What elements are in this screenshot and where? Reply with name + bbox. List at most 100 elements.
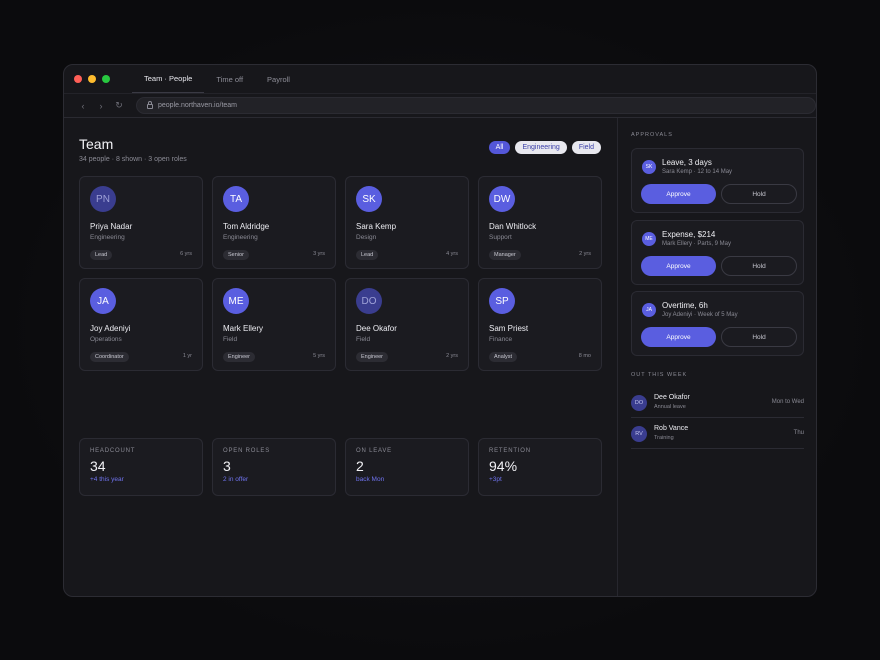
person-name: Dee Okafor: [356, 324, 397, 333]
people-grid: PN Priya Nadar Engineering Lead 6 yrs TA…: [79, 176, 602, 371]
back-icon[interactable]: ‹: [74, 101, 92, 111]
browser-window: Team · People Time off Payroll ‹ › ↻ peo…: [63, 64, 817, 597]
filter-engineering[interactable]: Engineering: [515, 141, 567, 154]
avatar: ME: [223, 288, 249, 314]
avatar: ME: [642, 232, 656, 246]
avatar: JA: [90, 288, 116, 314]
person-department: Engineering: [223, 234, 258, 241]
approve-button[interactable]: Approve: [641, 256, 716, 276]
lock-icon: [147, 101, 153, 109]
stat-open-roles: OPEN ROLES 3 2 in offer: [212, 438, 336, 496]
list-item[interactable]: RV Rob Vance Training Thu: [631, 418, 804, 449]
person-card[interactable]: DW Dan Whitlock Support Manager 2 yrs: [478, 176, 602, 269]
person-department: Support: [489, 234, 512, 241]
leave-dates: Thu: [793, 430, 804, 436]
tab-team-people[interactable]: Team · People: [132, 65, 205, 93]
out-this-week-heading: OUT THIS WEEK: [631, 372, 688, 378]
tab-time-off[interactable]: Time off: [204, 65, 255, 93]
person-name: Sara Kemp: [356, 222, 397, 231]
list-item[interactable]: DO Dee Okafor Annual leave Mon to Wed: [631, 387, 804, 418]
tenure: 1 yr: [182, 353, 192, 359]
person-card[interactable]: SK Sara Kemp Design Lead 4 yrs: [345, 176, 469, 269]
avatar: JA: [642, 303, 656, 317]
person-card[interactable]: JA Joy Adeniyi Operations Coordinator 1 …: [79, 278, 203, 371]
url-text: people.northaven.io/team: [158, 102, 237, 109]
minimize-window-button[interactable]: [88, 75, 96, 83]
approval-title: Expense, $214: [662, 230, 716, 239]
window-controls: [74, 75, 110, 83]
stat-label: HEADCOUNT: [90, 448, 136, 454]
role-badge: Lead: [356, 250, 379, 260]
tenure: 2 yrs: [579, 251, 591, 257]
filter-field[interactable]: Field: [571, 141, 601, 154]
person-name: Joy Adeniyi: [90, 324, 131, 333]
hold-button[interactable]: Hold: [721, 184, 797, 204]
stat-note: back Mon: [356, 476, 385, 483]
avatar: PN: [90, 186, 116, 212]
leave-type: Annual leave: [654, 404, 686, 410]
main-content: Team 34 people · 8 shown · 3 open roles …: [64, 118, 617, 596]
tab-payroll[interactable]: Payroll: [255, 65, 302, 93]
person-name: Mark Ellery: [223, 324, 264, 333]
role-badge: Engineer: [356, 352, 389, 362]
tenure: 2 yrs: [446, 353, 458, 359]
approval-title: Overtime, 6h: [662, 301, 708, 310]
close-window-button[interactable]: [74, 75, 82, 83]
tenure: 5 yrs: [313, 353, 325, 359]
person-department: Finance: [489, 336, 513, 343]
forward-icon[interactable]: ›: [92, 101, 110, 111]
right-sidebar: APPROVALS SK Leave, 3 days Sara Kemp · 1…: [617, 118, 816, 596]
browser-tabs: Team · People Time off Payroll: [132, 65, 302, 93]
approval-detail: Sara Kemp · 12 to 14 May: [662, 169, 733, 175]
leave-dates: Mon to Wed: [771, 399, 804, 405]
role-badge: Lead: [90, 250, 113, 260]
approval-card: JA Overtime, 6h Joy Adeniyi · Week of 5 …: [631, 291, 804, 356]
page-title: Team: [79, 136, 114, 152]
person-name: Dan Whitlock: [489, 222, 537, 231]
url-field[interactable]: people.northaven.io/team: [136, 97, 816, 114]
hold-button[interactable]: Hold: [721, 256, 797, 276]
avatar: SK: [642, 160, 656, 174]
approve-button[interactable]: Approve: [641, 327, 716, 347]
avatar: TA: [223, 186, 249, 212]
person-department: Design: [356, 234, 377, 241]
person-card[interactable]: ME Mark Ellery Field Engineer 5 yrs: [212, 278, 336, 371]
person-department: Engineering: [90, 234, 125, 241]
stat-value: 94%: [489, 458, 518, 474]
tenure: 8 mo: [578, 353, 591, 359]
approval-card: ME Expense, $214 Mark Ellery · Parts, 9 …: [631, 220, 804, 285]
filter-all[interactable]: All: [488, 141, 511, 154]
hold-button[interactable]: Hold: [721, 327, 797, 347]
maximize-window-button[interactable]: [102, 75, 110, 83]
approve-button[interactable]: Approve: [641, 184, 716, 204]
reload-icon[interactable]: ↻: [110, 100, 128, 111]
page-subtitle: 34 people · 8 shown · 3 open roles: [79, 156, 187, 163]
stat-label: RETENTION: [489, 448, 531, 454]
person-card[interactable]: DO Dee Okafor Field Engineer 2 yrs: [345, 278, 469, 371]
approval-card: SK Leave, 3 days Sara Kemp · 12 to 14 Ma…: [631, 148, 804, 213]
person-name: Sam Priest: [489, 324, 529, 333]
avatar: RV: [631, 426, 647, 442]
person-name: Rob Vance: [654, 425, 689, 432]
approval-detail: Joy Adeniyi · Week of 5 May: [662, 312, 738, 318]
filter-chips: All Engineering Field: [488, 141, 601, 154]
person-department: Operations: [90, 336, 122, 343]
address-bar-row: ‹ › ↻ people.northaven.io/team: [64, 93, 816, 118]
person-card[interactable]: SP Sam Priest Finance Analyst 8 mo: [478, 278, 602, 371]
person-card[interactable]: PN Priya Nadar Engineering Lead 6 yrs: [79, 176, 203, 269]
stat-on-leave: ON LEAVE 2 back Mon: [345, 438, 469, 496]
stat-value: 2: [356, 458, 364, 474]
role-badge: Senior: [223, 250, 249, 260]
tenure: 3 yrs: [313, 251, 325, 257]
stats-row: HEADCOUNT 34 +4 this year OPEN ROLES 3 2…: [79, 438, 602, 496]
person-department: Field: [223, 336, 238, 343]
avatar: SP: [489, 288, 515, 314]
stat-headcount: HEADCOUNT 34 +4 this year: [79, 438, 203, 496]
person-name: Tom Aldridge: [223, 222, 270, 231]
avatar: SK: [356, 186, 382, 212]
role-badge: Manager: [489, 250, 521, 260]
avatar: DO: [356, 288, 382, 314]
person-name: Dee Okafor: [654, 394, 690, 401]
page-header: Team 34 people · 8 shown · 3 open roles: [79, 136, 187, 163]
person-card[interactable]: TA Tom Aldridge Engineering Senior 3 yrs: [212, 176, 336, 269]
